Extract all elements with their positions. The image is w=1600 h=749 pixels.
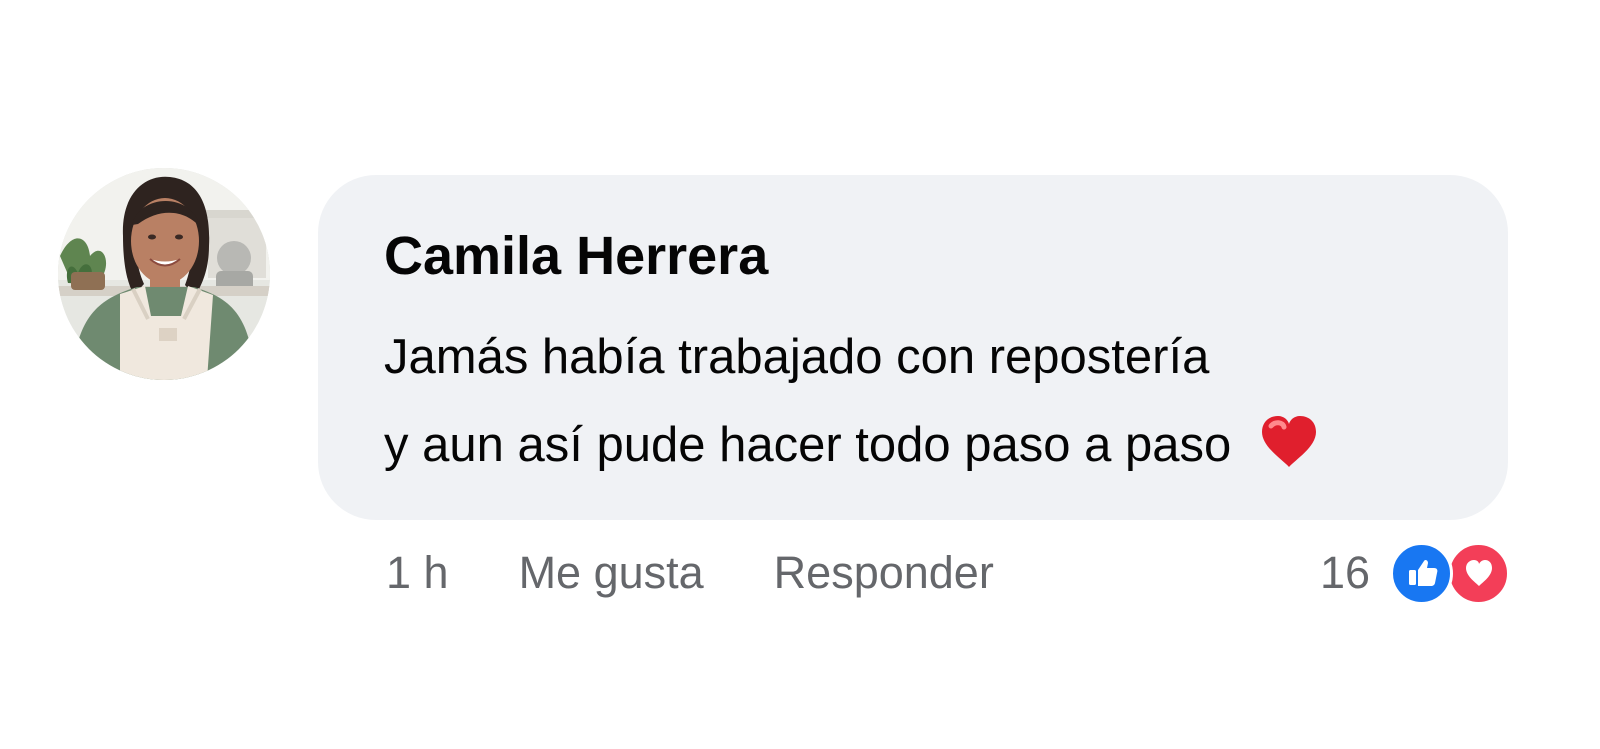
comment-author-name[interactable]: Camila Herrera: [384, 225, 1442, 287]
comment-actions: 1 h Me gusta Responder 16: [386, 538, 1510, 608]
avatar-portrait-icon: [58, 168, 270, 380]
comment-page: Camila Herrera Jamás había trabajado con…: [0, 0, 1600, 749]
comment-message-line: Jamás había trabajado con repostería: [384, 330, 1210, 384]
comment-message-line-with-emoji: y aun así pude hacer todo paso a paso: [384, 401, 1442, 489]
comment-message-line-text: y aun así pude hacer todo paso a paso: [384, 418, 1232, 472]
red-heart-emoji-icon: [1261, 416, 1316, 467]
comment-container: Camila Herrera Jamás había trabajado con…: [58, 168, 1510, 628]
user-avatar[interactable]: [58, 168, 270, 380]
reply-button[interactable]: Responder: [774, 538, 994, 608]
reaction-summary[interactable]: 16: [1320, 538, 1510, 608]
like-reaction-icon: [1390, 541, 1453, 605]
comment-timestamp[interactable]: 1 h: [386, 547, 449, 599]
like-button[interactable]: Me gusta: [519, 538, 704, 608]
comment-message: Jamás había trabajado con repostería y a…: [384, 313, 1442, 489]
reaction-count: 16: [1319, 547, 1370, 598]
comment-bubble: Camila Herrera Jamás había trabajado con…: [318, 175, 1508, 520]
love-reaction-icon: [1447, 541, 1510, 605]
